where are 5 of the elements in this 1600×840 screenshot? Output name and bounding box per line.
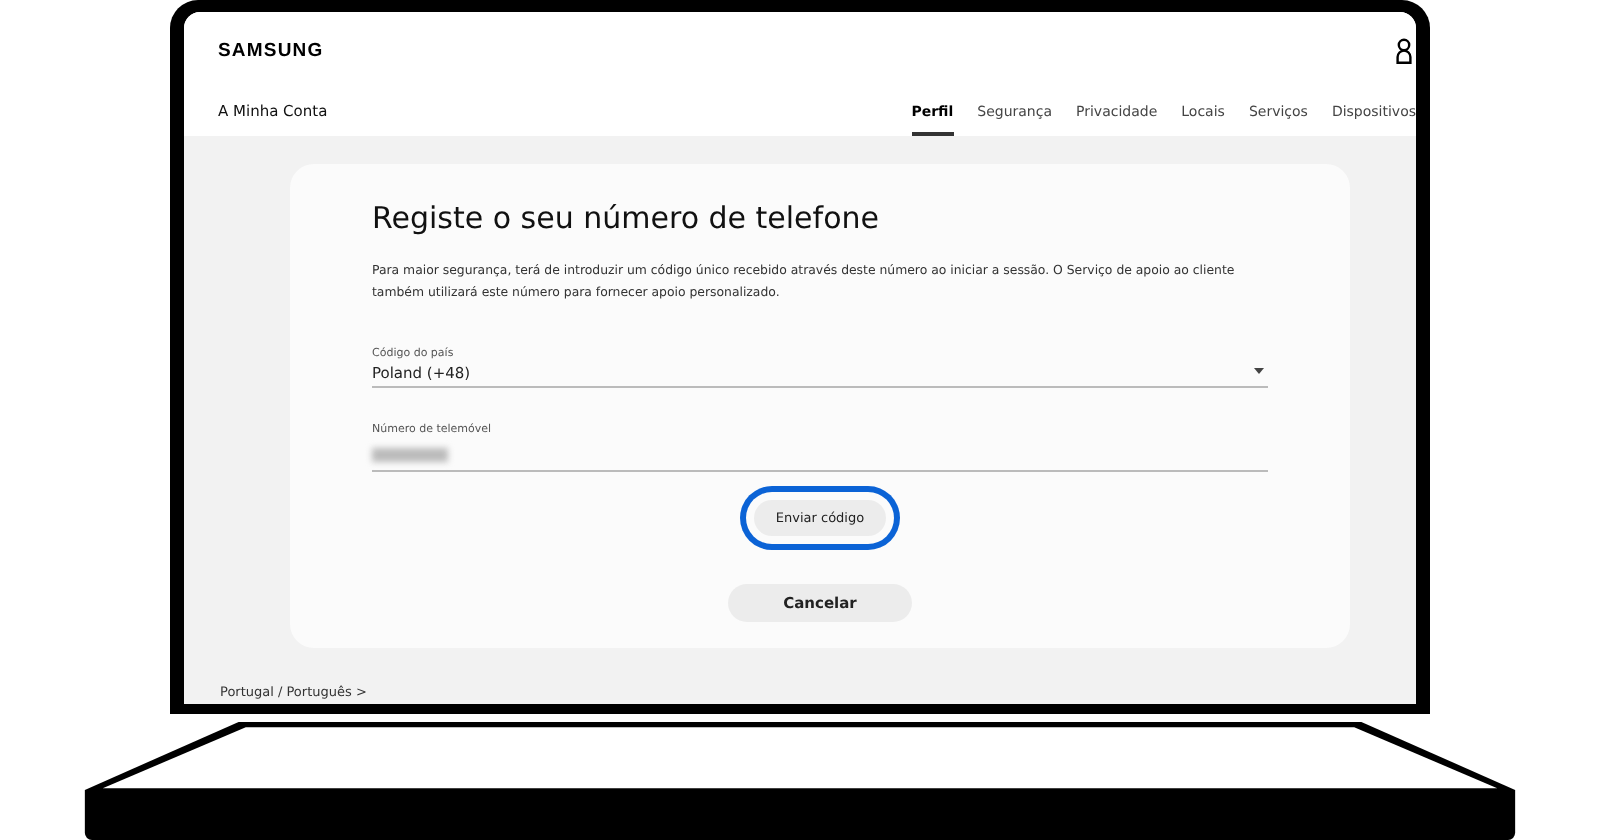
brand-logo[interactable]: SAMSUNG (218, 39, 324, 61)
user-icon[interactable] (1396, 37, 1412, 63)
form-title: Registe o seu número de telefone (372, 200, 881, 236)
dropdown-caret-icon (1254, 368, 1264, 374)
blurred-number (372, 448, 448, 462)
